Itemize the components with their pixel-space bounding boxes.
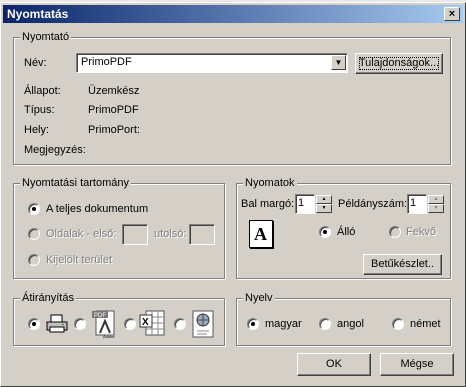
left-margin-input[interactable]: 1	[295, 194, 315, 214]
language-label-magyar[interactable]: magyar	[265, 318, 302, 330]
language-legend: Nyelv	[243, 292, 275, 304]
printer-legend: Nyomtató	[20, 31, 72, 43]
font-button-label: Betűkészlet..	[371, 258, 434, 270]
portrait-radio[interactable]	[319, 226, 331, 238]
print-range-group: Nyomtatási tartomány A teljes dokumentum…	[13, 177, 225, 279]
landscape-radio[interactable]	[389, 226, 401, 238]
printer-icon[interactable]	[46, 314, 68, 334]
pages-label: Oldalak - első:	[46, 228, 117, 240]
prints-legend: Nyomatok	[243, 177, 297, 189]
dialog-title: Nyomtatás	[7, 7, 69, 21]
printer-name-select[interactable]: PrimoPDF ▼	[76, 53, 348, 73]
prints-group: Nyomatok Bal margó: 1 ▲ ▼ Példányszám: 1 …	[236, 177, 451, 279]
left-margin-value: 1	[298, 197, 305, 209]
redirect-pdf-radio[interactable]	[74, 318, 86, 330]
page-orientation-icon: A	[249, 220, 273, 248]
type-label: Típus:	[24, 104, 55, 116]
status-label: Állapot:	[24, 85, 61, 97]
copies-value: 1	[410, 197, 417, 209]
ok-button-label: OK	[326, 358, 342, 370]
redirect-excel-radio[interactable]	[124, 318, 136, 330]
language-radio-angol[interactable]	[319, 318, 331, 330]
language-group: Nyelv magyar angol német	[236, 292, 451, 346]
redirect-web-radio[interactable]	[174, 318, 186, 330]
pdf-icon[interactable]: PDF Adobe	[90, 309, 120, 339]
redirect-group: Átirányítás PDF Adobe X	[13, 292, 225, 346]
whole-document-radio[interactable]	[28, 203, 40, 215]
selection-label: Kijelölt terület	[46, 254, 113, 266]
close-icon: ×	[448, 8, 456, 20]
spin-down-icon[interactable]: ▼	[428, 204, 444, 213]
title-bar[interactable]: Nyomtatás ×	[3, 5, 463, 23]
language-radio-nemet[interactable]	[392, 318, 404, 330]
whole-document-label[interactable]: A teljes dokumentum	[46, 203, 148, 215]
comment-label: Megjegyzés:	[24, 144, 86, 156]
status-value: Üzemkész	[88, 85, 140, 97]
pdf-icon-subtext: Adobe	[103, 334, 115, 339]
language-radio-magyar[interactable]	[247, 318, 259, 330]
web-page-icon[interactable]	[189, 309, 217, 339]
chevron-down-icon[interactable]: ▼	[331, 55, 346, 70]
excel-icon[interactable]: X	[138, 309, 168, 339]
last-page-label: utolsó:	[154, 228, 187, 240]
pdf-icon-text: PDF	[94, 313, 106, 319]
printer-name-label: Név:	[24, 57, 47, 69]
page-letter: A	[254, 224, 267, 244]
properties-button[interactable]: Tulajdonságok...	[355, 53, 443, 74]
location-value: PrimoPort:	[88, 124, 140, 136]
spin-up-icon[interactable]: ▲	[316, 195, 332, 204]
pages-radio[interactable]	[28, 228, 40, 240]
selection-radio[interactable]	[28, 254, 40, 266]
location-label: Hely:	[24, 124, 50, 136]
portrait-label[interactable]: Álló	[337, 226, 355, 238]
landscape-label: Fekvő	[406, 226, 436, 238]
left-margin-label: Bal margó:	[241, 198, 295, 210]
copies-input[interactable]: 1	[407, 194, 427, 214]
redirect-printer-radio[interactable]	[28, 318, 40, 330]
redirect-legend: Átirányítás	[20, 292, 76, 304]
printer-name-value: PrimoPDF	[81, 56, 132, 68]
copies-spinner[interactable]: ▲ ▼	[428, 195, 444, 213]
spin-down-icon[interactable]: ▼	[316, 204, 332, 213]
language-label-nemet[interactable]: német	[410, 318, 441, 330]
language-label-angol[interactable]: angol	[337, 318, 364, 330]
spin-up-icon[interactable]: ▲	[428, 195, 444, 204]
copies-label: Példányszám:	[338, 198, 408, 210]
font-button[interactable]: Betűkészlet..	[363, 254, 442, 275]
close-button[interactable]: ×	[444, 7, 460, 21]
printer-group: Nyomtató Név: PrimoPDF ▼ Tulajdonságok..…	[13, 31, 451, 165]
cancel-button-label: Mégse	[400, 358, 434, 370]
cancel-button[interactable]: Mégse	[380, 353, 454, 376]
last-page-input[interactable]	[189, 224, 215, 245]
first-page-input[interactable]	[122, 224, 148, 245]
left-margin-spinner[interactable]: ▲ ▼	[316, 195, 332, 213]
print-range-legend: Nyomtatási tartomány	[20, 177, 131, 189]
excel-icon-text: X	[142, 317, 149, 328]
print-dialog: Nyomtatás × Nyomtató Név: PrimoPDF ▼ Tul…	[0, 2, 466, 387]
type-value: PrimoPDF	[88, 104, 139, 116]
ok-button[interactable]: OK	[297, 353, 371, 376]
focus-rect	[359, 57, 439, 70]
